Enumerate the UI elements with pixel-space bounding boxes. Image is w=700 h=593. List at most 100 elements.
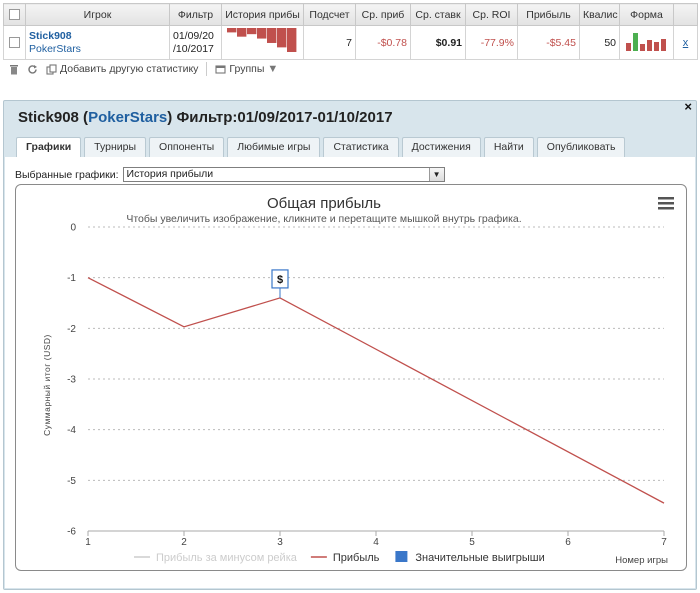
panel-player-name: Stick908 — [18, 109, 79, 126]
remove-row-link[interactable]: x — [683, 37, 689, 49]
col-header-history[interactable]: История прибы — [221, 3, 304, 26]
x-tick-label: 3 — [277, 537, 283, 548]
y-tick-label: -6 — [67, 527, 76, 538]
legend-item[interactable]: Прибыль за минусом рейка — [134, 552, 298, 564]
col-header-quality[interactable]: Квалис — [579, 3, 620, 26]
chart-select-value: История прибыли — [126, 168, 214, 180]
y-tick-label: -2 — [67, 324, 76, 335]
form-bar — [647, 40, 652, 51]
player-stats-panel: × Stick908 (PokerStars) Фильтр:01/09/201… — [3, 100, 697, 590]
history-bar — [227, 28, 237, 33]
y-tick-label: -1 — [67, 273, 76, 284]
col-header-avg-stake[interactable]: Ср. ставк — [410, 3, 466, 26]
trash-icon — [10, 64, 18, 74]
series-line-profit[interactable] — [87, 277, 665, 504]
history-cell — [221, 25, 304, 60]
y-tick-label: -5 — [67, 476, 76, 487]
col-header-count[interactable]: Подсчет — [303, 3, 356, 26]
chart-selector-row: Выбранные графики: История прибыли ▼ — [15, 167, 445, 182]
chart-subtitle: Чтобы увеличить изображение, кликните и … — [126, 213, 521, 225]
legend-label: Прибыль — [333, 552, 380, 564]
history-bar — [267, 28, 277, 43]
chart-title: Общая прибыль — [267, 195, 381, 212]
x-tick-label: 2 — [181, 537, 187, 548]
panel-filter-label: Фильтр:01/09/2017-01/10/2017 — [176, 109, 393, 126]
add-stats-button[interactable]: Добавить другую статистику — [46, 63, 198, 75]
col-header-filter[interactable]: Фильтр — [169, 3, 222, 26]
tab-achievements[interactable]: Достижения — [401, 137, 481, 157]
legend-label: Значительные выигрыши — [415, 552, 544, 564]
legend-label: Прибыль за минусом рейка — [156, 552, 298, 564]
row-checkbox[interactable] — [9, 37, 20, 49]
panel-body: Выбранные графики: История прибыли ▼ Общ… — [5, 157, 695, 588]
y-tick-label: -4 — [67, 425, 76, 436]
groups-dropdown[interactable]: Группы ▼ — [215, 63, 278, 75]
remove-cell: x — [673, 25, 698, 60]
form-bar — [626, 43, 631, 51]
form-bar — [640, 44, 645, 51]
chart-select[interactable]: История прибыли ▼ — [122, 167, 445, 182]
stats-table: Игрок Фильтр История прибы Подсчет Ср. п… — [3, 3, 698, 60]
table-header-row: Игрок Фильтр История прибы Подсчет Ср. п… — [3, 3, 698, 26]
copy-icon — [46, 63, 57, 75]
filter-line-1: 01/09/20 — [173, 29, 214, 42]
x-tick-label: 5 — [469, 537, 475, 548]
chevron-down-icon[interactable]: ▼ — [428, 168, 444, 181]
tab-favorite-games[interactable]: Любимые игры — [227, 137, 321, 157]
refresh-icon — [28, 64, 37, 74]
avg-roi-cell: -77.9% — [465, 25, 518, 60]
y-tick-label: 0 — [70, 223, 76, 234]
x-axis-label: Номер игры — [615, 555, 668, 566]
row-select-cell[interactable] — [3, 25, 26, 60]
x-tick-label: 1 — [85, 537, 91, 548]
chart-menu-icon[interactable] — [658, 197, 674, 210]
avg-profit-cell: -$0.78 — [355, 25, 411, 60]
flag-label: $ — [277, 274, 283, 286]
form-bar — [661, 39, 666, 51]
panel-site-link[interactable]: PokerStars — [88, 109, 167, 126]
legend-swatch — [395, 551, 408, 562]
groups-icon — [215, 64, 226, 74]
select-all-checkbox[interactable] — [9, 9, 20, 21]
profit-chart[interactable]: Общая прибыль Чтобы увеличить изображени… — [16, 185, 687, 571]
history-bar — [287, 28, 297, 52]
col-header-avg-profit[interactable]: Ср. приб — [355, 3, 411, 26]
tab-charts[interactable]: Графики — [16, 137, 82, 157]
count-cell: 7 — [303, 25, 356, 60]
tab-statistics[interactable]: Статистика — [323, 137, 399, 157]
col-header-profit[interactable]: Прибыль — [517, 3, 580, 26]
player-site-link[interactable]: PokerStars — [29, 43, 166, 56]
tab-tournaments[interactable]: Турниры — [84, 137, 147, 157]
chart-container[interactable]: Общая прибыль Чтобы увеличить изображени… — [15, 184, 687, 571]
close-icon[interactable]: × — [684, 100, 692, 114]
x-tick-label: 4 — [373, 537, 379, 548]
select-all-header[interactable] — [3, 3, 26, 26]
player-name-link[interactable]: Stick908 — [29, 30, 166, 43]
col-header-player[interactable]: Игрок — [25, 3, 170, 26]
form-cell — [619, 25, 674, 60]
delete-button[interactable] — [9, 64, 19, 75]
player-cell: Stick908 PokerStars — [25, 25, 170, 60]
tab-opponents[interactable]: Оппоненты — [149, 137, 225, 157]
col-header-avg-roi[interactable]: Ср. ROI — [465, 3, 518, 26]
filter-cell: 01/09/20 /10/2017 — [169, 25, 222, 60]
quality-cell: 50 — [579, 25, 620, 60]
add-stats-label: Добавить другую статистику — [60, 63, 199, 75]
tab-publish[interactable]: Опубликовать — [536, 137, 626, 157]
refresh-button[interactable] — [27, 64, 38, 75]
col-header-actions — [673, 3, 698, 26]
tab-search[interactable]: Найти — [483, 137, 534, 157]
table-row: Stick908 PokerStars 01/09/20 /10/2017 7 … — [3, 25, 698, 60]
groups-label: Группы — [229, 63, 265, 75]
legend-item[interactable]: Значительные выигрыши — [395, 551, 545, 564]
profit-cell: -$5.45 — [517, 25, 580, 60]
toolbar-divider — [206, 62, 208, 76]
legend-item[interactable]: Прибыль — [310, 552, 380, 564]
history-bar — [247, 28, 257, 35]
avg-stake-cell: $0.91 — [410, 25, 466, 60]
x-tick-label: 7 — [661, 537, 667, 548]
history-sparkline — [227, 28, 297, 52]
y-tick-label: -3 — [67, 375, 76, 386]
col-header-form[interactable]: Форма — [619, 3, 674, 26]
form-bar — [633, 33, 638, 51]
